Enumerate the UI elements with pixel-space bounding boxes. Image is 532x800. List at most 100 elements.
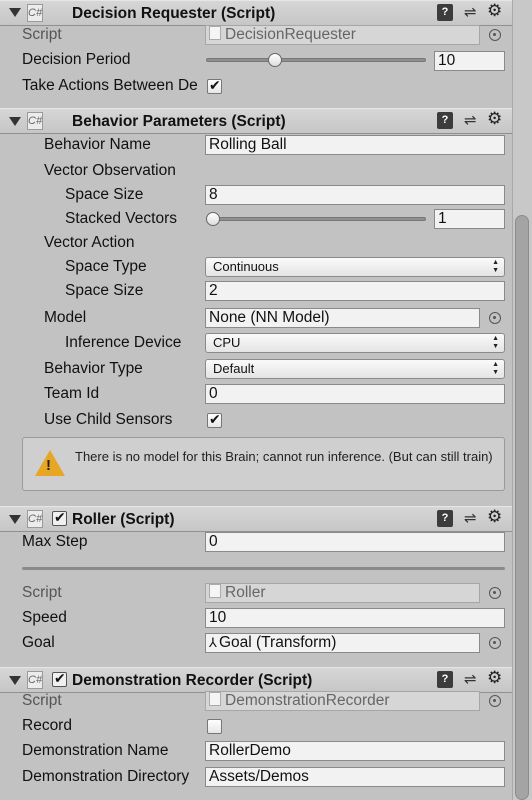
max-step-label: Max Step	[22, 533, 88, 550]
space-type-label: Space Type	[65, 258, 147, 275]
warning-exclamation: !	[46, 457, 51, 474]
goal-value: Goal (Transform)	[218, 634, 337, 651]
vertical-scrollbar[interactable]	[512, 0, 532, 800]
speed-field[interactable]: 10	[205, 608, 505, 628]
record-label: Record	[22, 717, 72, 734]
object-picker-icon[interactable]	[489, 29, 501, 41]
demonstration-name-label: Demonstration Name	[22, 742, 169, 759]
record-checkbox[interactable]	[207, 719, 222, 734]
presets-icon[interactable]: ⇌	[464, 509, 477, 527]
vector-observation-label: Vector Observation	[44, 162, 176, 179]
use-child-sensors-checkbox[interactable]	[207, 411, 222, 428]
stacked-vectors-field[interactable]: 1	[434, 209, 505, 229]
presets-icon[interactable]: ⇌	[464, 111, 477, 129]
stacked-vectors-slider-thumb[interactable]	[206, 212, 220, 226]
decision-period-field[interactable]: 10	[434, 51, 505, 71]
script-value: Roller	[225, 584, 266, 601]
decision-period-slider[interactable]	[206, 58, 426, 62]
component-enabled-checkbox[interactable]	[52, 509, 67, 526]
gear-icon[interactable]: ⚙	[487, 668, 502, 688]
space-size-field[interactable]: 8	[205, 185, 505, 205]
script-field[interactable]: DemonstrationRecorder	[205, 691, 480, 711]
csharp-script-icon: C#	[27, 4, 43, 22]
script-value: DecisionRequester	[225, 26, 356, 43]
help-book-icon[interactable]: ?	[437, 510, 453, 527]
demonstration-directory-label: Demonstration Directory	[22, 768, 190, 785]
warning-message: There is no model for this Brain; cannot…	[75, 449, 493, 464]
action-space-size-field[interactable]: 2	[205, 281, 505, 301]
team-id-field[interactable]: 0	[205, 384, 505, 404]
behavior-type-value: Default	[213, 361, 255, 376]
team-id-label: Team Id	[44, 385, 100, 402]
use-child-sensors-label: Use Child Sensors	[44, 411, 173, 428]
gear-icon[interactable]: ⚙	[487, 109, 502, 129]
scrollbar-thumb[interactable]	[515, 215, 529, 800]
take-actions-label: Take Actions Between De	[22, 77, 198, 94]
component-title: Behavior Parameters (Script)	[72, 113, 286, 130]
stacked-vectors-slider[interactable]	[206, 217, 426, 221]
take-actions-checkbox[interactable]	[207, 77, 222, 94]
stacked-vectors-label: Stacked Vectors	[65, 210, 178, 227]
inference-device-value: CPU	[213, 335, 241, 350]
object-picker-icon[interactable]	[489, 312, 501, 324]
script-field[interactable]: Roller	[205, 583, 480, 603]
behavior-type-dropdown[interactable]: Default ▲ ▼	[205, 359, 505, 379]
foldout-arrow-icon[interactable]	[9, 8, 21, 17]
demonstration-name-field[interactable]: RollerDemo	[205, 741, 505, 761]
component-title: Roller (Script)	[72, 511, 175, 528]
inference-device-dropdown[interactable]: CPU ▲ ▼	[205, 333, 505, 353]
script-asset-icon	[209, 26, 221, 40]
csharp-script-icon: C#	[27, 112, 43, 130]
dropdown-arrows-icon: ▲ ▼	[492, 259, 499, 274]
model-label: Model	[44, 309, 87, 326]
presets-icon[interactable]: ⇌	[464, 3, 477, 21]
script-field[interactable]: DecisionRequester	[205, 25, 480, 45]
decision-requester-header[interactable]: C# Decision Requester (Script) ? ⇌ ⚙	[0, 0, 512, 26]
roller-header[interactable]: C# Roller (Script) ? ⇌ ⚙	[0, 506, 512, 532]
model-field[interactable]: None (NN Model)	[205, 308, 480, 328]
presets-icon[interactable]: ⇌	[464, 670, 477, 688]
behavior-type-label: Behavior Type	[44, 360, 143, 377]
help-book-icon[interactable]: ?	[437, 112, 453, 129]
script-label: Script	[22, 584, 62, 601]
transform-icon: ⅄	[209, 635, 217, 650]
script-asset-icon	[209, 692, 221, 706]
action-space-size-label: Space Size	[65, 282, 144, 299]
help-book-icon[interactable]: ?	[437, 4, 453, 21]
csharp-script-icon: C#	[27, 510, 43, 528]
max-step-field[interactable]: 0	[205, 532, 505, 552]
gear-icon[interactable]: ⚙	[487, 507, 502, 527]
dropdown-arrows-icon: ▲ ▼	[492, 361, 499, 376]
script-value: DemonstrationRecorder	[225, 692, 390, 709]
object-picker-icon[interactable]	[489, 637, 501, 649]
demonstration-directory-field[interactable]: Assets/Demos	[205, 767, 505, 787]
decision-period-slider-thumb[interactable]	[267, 53, 282, 67]
foldout-arrow-icon[interactable]	[9, 515, 21, 524]
component-enabled-checkbox[interactable]	[52, 670, 67, 687]
goal-label: Goal	[22, 634, 55, 651]
behavior-name-field[interactable]: Rolling Ball	[205, 135, 505, 155]
goal-field[interactable]: ⅄ Goal (Transform)	[205, 633, 480, 653]
gear-icon[interactable]: ⚙	[487, 1, 502, 21]
inference-device-label: Inference Device	[65, 334, 182, 351]
help-book-icon[interactable]: ?	[437, 671, 453, 688]
speed-label: Speed	[22, 609, 67, 626]
component-title: Decision Requester (Script)	[72, 5, 276, 22]
object-picker-icon[interactable]	[489, 695, 501, 707]
script-label: Script	[22, 26, 62, 43]
dropdown-arrows-icon: ▲ ▼	[492, 335, 499, 350]
warning-helpbox: ! There is no model for this Brain; cann…	[22, 437, 505, 491]
behavior-name-label: Behavior Name	[44, 136, 151, 153]
decision-period-label: Decision Period	[22, 51, 131, 68]
behavior-parameters-header[interactable]: C# Behavior Parameters (Script) ? ⇌ ⚙	[0, 108, 512, 134]
separator-line	[22, 567, 505, 570]
script-asset-icon	[209, 584, 221, 598]
space-type-dropdown[interactable]: Continuous ▲ ▼	[205, 257, 505, 277]
space-size-label: Space Size	[65, 186, 144, 203]
object-picker-icon[interactable]	[489, 587, 501, 599]
space-type-value: Continuous	[213, 259, 279, 274]
foldout-arrow-icon[interactable]	[9, 676, 21, 685]
foldout-arrow-icon[interactable]	[9, 117, 21, 126]
script-label: Script	[22, 692, 62, 709]
demonstration-recorder-header[interactable]: C# Demonstration Recorder (Script) ? ⇌ ⚙	[0, 667, 512, 693]
